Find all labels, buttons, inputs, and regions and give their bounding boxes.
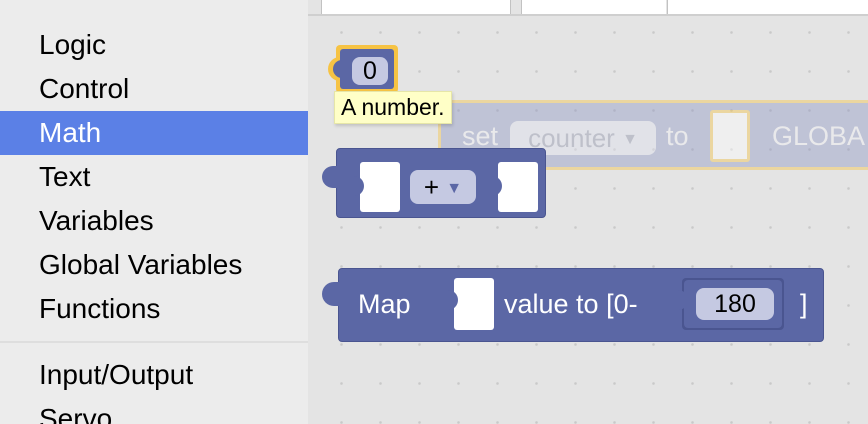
map-number-field[interactable]: 180 bbox=[696, 288, 774, 320]
number-field[interactable]: 0 bbox=[352, 57, 388, 85]
category-input-output[interactable]: Input/Output bbox=[0, 353, 308, 397]
category-global-variables[interactable]: Global Variables bbox=[0, 243, 308, 287]
grid-line bbox=[321, 0, 322, 14]
number-block[interactable]: 0 bbox=[328, 45, 398, 93]
dropdown-arrow-icon: ▼ bbox=[446, 180, 463, 198]
map-close-bracket: ] bbox=[800, 289, 808, 319]
tooltip: A number. bbox=[334, 91, 452, 124]
map-value-socket[interactable] bbox=[454, 278, 494, 330]
top-grid bbox=[308, 0, 868, 16]
right-operand-socket[interactable] bbox=[498, 162, 538, 212]
category-math[interactable]: Math bbox=[0, 111, 308, 155]
category-logic[interactable]: Logic bbox=[0, 23, 308, 67]
grid-cell bbox=[522, 0, 666, 14]
grid-cell bbox=[322, 0, 510, 14]
category-variables[interactable]: Variables bbox=[0, 199, 308, 243]
left-operand-socket[interactable] bbox=[360, 162, 400, 212]
operator-value: + bbox=[423, 172, 440, 202]
toolbox-separator bbox=[0, 341, 308, 343]
map-block[interactable]: Map value to [0- 180 ] bbox=[322, 268, 824, 342]
grid-line bbox=[667, 0, 668, 14]
operator-dropdown[interactable]: + ▼ bbox=[410, 170, 476, 204]
set-value-socket[interactable] bbox=[710, 110, 750, 162]
map-value-label: value to [0- bbox=[504, 289, 638, 319]
map-label: Map bbox=[358, 289, 411, 319]
workspace[interactable]: set counter ▼ to GLOBA 0 A number. + ▼ M… bbox=[308, 0, 868, 424]
arithmetic-block-tab bbox=[322, 166, 338, 188]
category-servo[interactable]: Servo bbox=[0, 397, 308, 424]
toolbox: Logic Control Math Text Variables Global… bbox=[0, 0, 308, 424]
category-control[interactable]: Control bbox=[0, 67, 308, 111]
grid-line bbox=[510, 0, 511, 14]
number-block-tab bbox=[333, 60, 345, 78]
grid-baseline bbox=[308, 14, 868, 16]
map-block-tab bbox=[322, 282, 340, 306]
global-label: GLOBA bbox=[772, 121, 866, 151]
grid-cell bbox=[668, 0, 868, 14]
grid-line bbox=[521, 0, 522, 14]
dropdown-arrow-icon: ▼ bbox=[622, 131, 638, 149]
category-functions[interactable]: Functions bbox=[0, 287, 308, 331]
category-text[interactable]: Text bbox=[0, 155, 308, 199]
to-label: to bbox=[666, 121, 689, 151]
arithmetic-block[interactable]: + ▼ bbox=[322, 148, 546, 218]
